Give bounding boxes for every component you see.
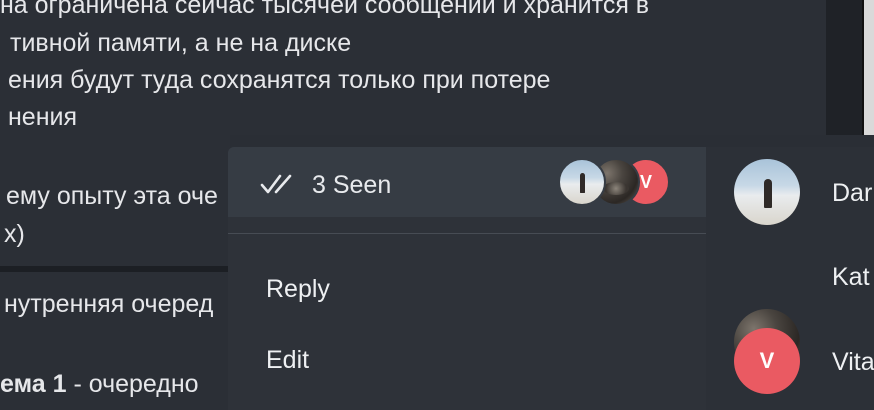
reply-menu-item[interactable]: Reply	[266, 275, 330, 304]
chat-message-background: на ограничена сейчас тысячей сообщений и…	[0, 0, 826, 135]
message-divider	[0, 266, 230, 272]
seen-by-list: Dar Kat V Vita	[706, 147, 874, 410]
message-context-menu: 3 Seen V Reply Edit	[228, 147, 706, 410]
bold-text: ема 1	[0, 370, 67, 398]
seen-by-name[interactable]: Kat	[832, 263, 870, 292]
message-text-line: ему опыту эта оче	[6, 182, 218, 210]
scrollbar-area[interactable]	[826, 0, 874, 135]
scrollbar-thumb[interactable]	[862, 0, 874, 135]
double-check-icon	[260, 174, 292, 194]
edit-menu-item[interactable]: Edit	[266, 346, 309, 375]
seen-by-name[interactable]: Vita	[832, 348, 874, 377]
seen-count-label: 3 Seen	[312, 171, 392, 199]
seen-row[interactable]: 3 Seen V	[228, 147, 706, 217]
avatar: V	[734, 328, 800, 394]
message-text-line: x)	[4, 220, 25, 248]
chat-message-background-lower: ему опыту эта оче x) нутренняя очеред ем…	[0, 135, 230, 410]
message-text-line: ема 1 - очередно	[0, 369, 199, 399]
seen-by-name[interactable]: Dar	[832, 179, 872, 208]
seen-avatar-stack: V	[558, 158, 673, 208]
message-text-line: на ограничена сейчас тысячей сообщений и…	[0, 0, 650, 19]
menu-divider	[228, 233, 706, 234]
message-text-line: тивной памяти, а не на диске	[10, 29, 352, 57]
avatar	[558, 158, 606, 206]
plain-text: - очередно	[66, 370, 199, 398]
message-text-line: ения будут туда сохранятся только при по…	[8, 66, 551, 94]
message-text-line: нения	[8, 103, 78, 131]
message-text-line: нутренняя очеред	[4, 290, 214, 318]
avatar	[734, 159, 800, 225]
